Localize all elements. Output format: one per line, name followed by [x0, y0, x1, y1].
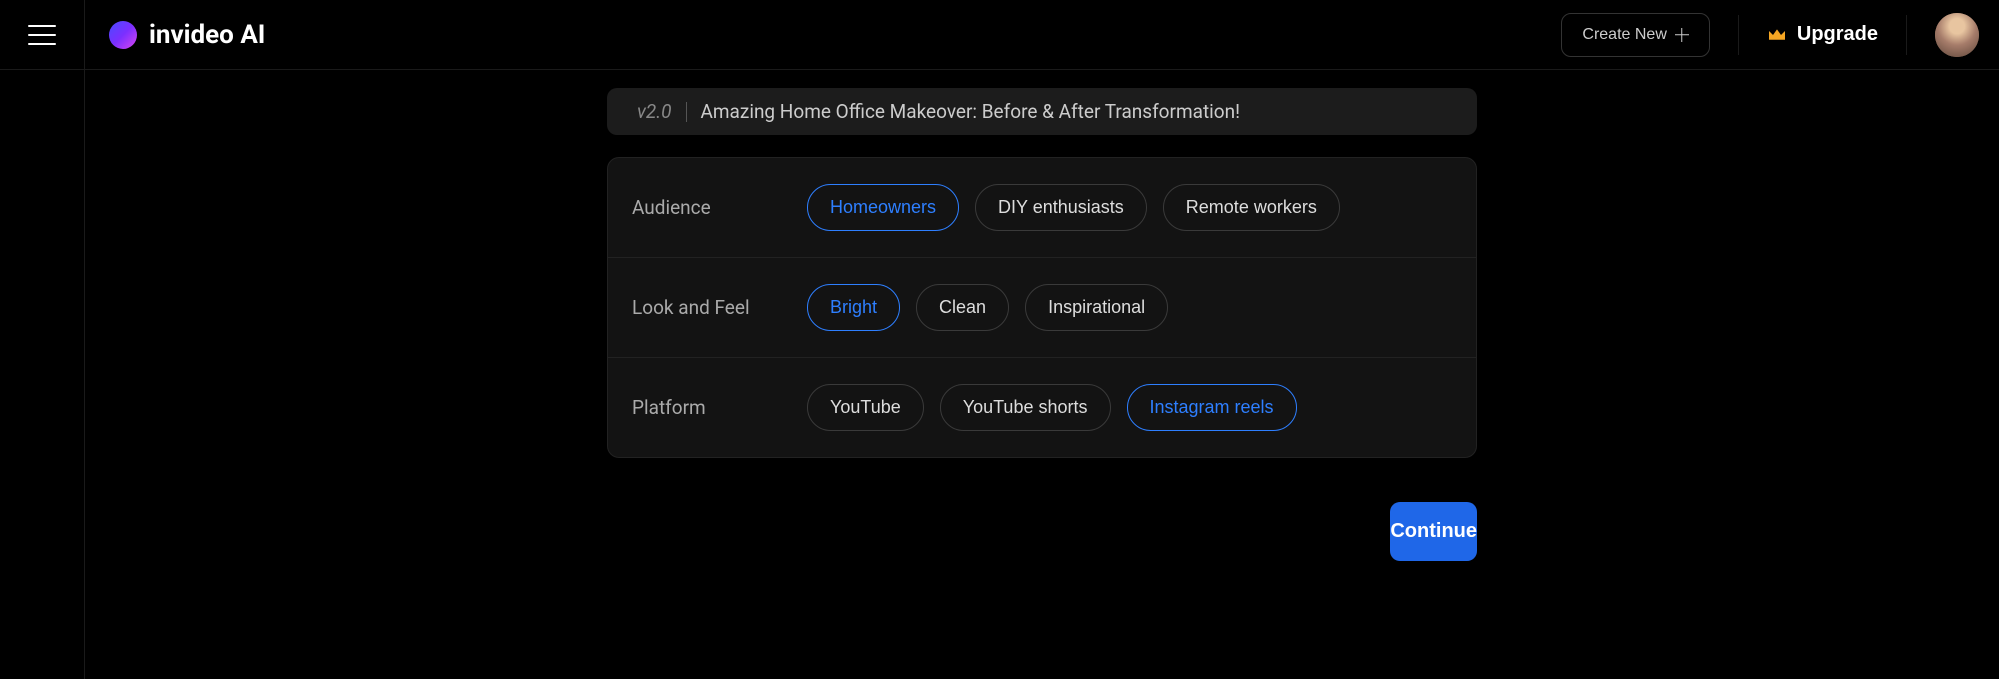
header-left: invideo AI — [0, 0, 265, 69]
left-sidebar — [0, 70, 85, 679]
button-wrapper: Continue — [607, 480, 1477, 561]
create-new-button[interactable]: Create New — [1561, 13, 1709, 57]
user-avatar[interactable] — [1935, 13, 1979, 57]
hamburger-icon — [28, 25, 56, 45]
invideo-logo-icon — [109, 21, 137, 49]
main-content: v2.0 Amazing Home Office Makeover: Befor… — [0, 70, 1999, 679]
app-header: invideo AI Create New Upgrade — [0, 0, 1999, 70]
platform-row: Platform YouTube YouTube shorts Instagra… — [608, 358, 1476, 457]
create-new-label: Create New — [1582, 26, 1666, 44]
audience-chips: Homeowners DIY enthusiasts Remote worker… — [807, 184, 1340, 231]
logo-section[interactable]: invideo AI — [109, 20, 265, 50]
content-area: v2.0 Amazing Home Office Makeover: Befor… — [85, 70, 1999, 679]
upgrade-button[interactable]: Upgrade — [1767, 23, 1878, 46]
crown-icon — [1767, 27, 1787, 43]
chip-clean[interactable]: Clean — [916, 284, 1009, 331]
chip-youtube-shorts[interactable]: YouTube shorts — [940, 384, 1111, 431]
look-and-feel-chips: Bright Clean Inspirational — [807, 284, 1168, 331]
menu-button[interactable] — [0, 0, 85, 69]
logo-text: invideo AI — [149, 20, 265, 50]
platform-chips: YouTube YouTube shorts Instagram reels — [807, 384, 1297, 431]
project-title: Amazing Home Office Makeover: Before & A… — [701, 100, 1241, 123]
look-and-feel-label: Look and Feel — [632, 296, 767, 319]
audience-row: Audience Homeowners DIY enthusiasts Remo… — [608, 158, 1476, 258]
version-tag: v2.0 — [637, 100, 672, 123]
audience-label: Audience — [632, 196, 767, 219]
platform-label: Platform — [632, 396, 767, 419]
chip-bright[interactable]: Bright — [807, 284, 900, 331]
options-panel: Audience Homeowners DIY enthusiasts Remo… — [607, 157, 1477, 458]
header-divider-2 — [1906, 15, 1907, 55]
plus-icon — [1675, 28, 1689, 42]
chip-inspirational[interactable]: Inspirational — [1025, 284, 1168, 331]
chip-remote-workers[interactable]: Remote workers — [1163, 184, 1340, 231]
chip-diy-enthusiasts[interactable]: DIY enthusiasts — [975, 184, 1147, 231]
chip-instagram-reels[interactable]: Instagram reels — [1127, 384, 1297, 431]
title-divider — [686, 102, 687, 122]
chip-youtube[interactable]: YouTube — [807, 384, 924, 431]
header-divider — [1738, 15, 1739, 55]
upgrade-label: Upgrade — [1797, 23, 1878, 46]
chip-homeowners[interactable]: Homeowners — [807, 184, 959, 231]
header-right: Create New Upgrade — [1561, 13, 1979, 57]
continue-button[interactable]: Continue — [1390, 502, 1477, 561]
title-bar: v2.0 Amazing Home Office Makeover: Befor… — [607, 88, 1477, 135]
look-and-feel-row: Look and Feel Bright Clean Inspirational — [608, 258, 1476, 358]
